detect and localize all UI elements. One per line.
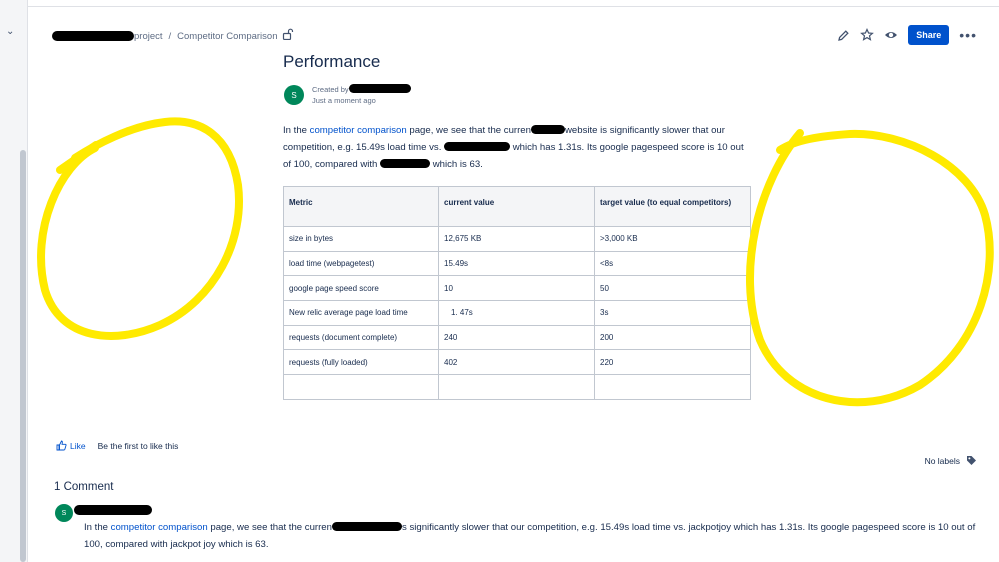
no-labels-text: No labels	[924, 455, 960, 466]
watch-eye-icon[interactable]	[884, 28, 898, 42]
share-button[interactable]: Share	[908, 25, 950, 45]
table-header-row: Metric current value target value (to eq…	[283, 186, 751, 227]
sidebar-scrollbar[interactable]	[20, 150, 26, 562]
redacted-author	[348, 84, 411, 93]
table-row	[283, 374, 751, 400]
more-actions-icon[interactable]: •••	[959, 28, 977, 42]
redacted-space-name	[52, 31, 134, 41]
table-cell: <8s	[594, 250, 751, 277]
table-cell: 200	[594, 324, 751, 351]
comments-title: 1 Comment	[54, 481, 114, 493]
left-highlight-circle	[37, 117, 243, 340]
table-cell: load time (webpagetest)	[283, 250, 439, 277]
table-cell: size in bytes	[283, 226, 439, 252]
created-timestamp: Just a moment ago	[312, 96, 376, 105]
tag-icon[interactable]	[966, 455, 977, 466]
unlock-icon[interactable]	[282, 28, 294, 40]
table-cell: >3,000 KB	[594, 226, 751, 252]
table-row: requests (fully loaded) 402 220	[283, 349, 751, 376]
table-cell: requests (document complete)	[283, 324, 439, 351]
author-avatar[interactable]: S	[284, 85, 304, 105]
chevron-down-icon[interactable]: ⌄	[6, 26, 14, 37]
edit-icon[interactable]	[836, 28, 850, 42]
breadcrumb-space[interactable]: project	[134, 31, 163, 42]
right-highlight-circle	[746, 129, 994, 407]
thumbs-up-icon	[56, 440, 67, 451]
table-cell: 50	[594, 275, 751, 302]
table-cell: 15.49s	[438, 250, 595, 277]
redacted-text	[331, 522, 402, 531]
labels-area: No labels	[925, 455, 977, 466]
breadcrumb-page[interactable]: Competitor Comparison	[177, 31, 277, 42]
table-row: google page speed score 10 50	[283, 275, 751, 302]
table-cell	[594, 374, 751, 400]
breadcrumb-separator: /	[168, 30, 172, 42]
like-button[interactable]: Like	[56, 440, 86, 451]
table-row: size in bytes 12,675 KB >3,000 KB	[283, 226, 751, 252]
page-actions: Share •••	[836, 25, 977, 45]
table-row: requests (document complete) 240 200	[283, 324, 751, 351]
like-label: Like	[70, 440, 86, 451]
table-cell	[438, 374, 595, 400]
table-cell: 220	[594, 349, 751, 376]
column-header-metric: Metric	[283, 186, 439, 227]
redacted-text	[530, 125, 565, 134]
table-cell: 10	[438, 275, 595, 302]
table-cell: 12,675 KB	[438, 226, 595, 252]
created-by-label: Created by	[312, 85, 349, 94]
table-row: load time (webpagetest) 15.49s <8s	[283, 250, 751, 277]
star-icon[interactable]	[860, 28, 875, 42]
table-cell: 402	[438, 349, 595, 376]
comment-avatar[interactable]: S	[55, 504, 73, 522]
column-header-target: target value (to equal competitors)	[594, 186, 751, 227]
competitor-comparison-link[interactable]: competitor comparison	[310, 125, 407, 136]
redacted-text	[380, 158, 431, 168]
metrics-table: Metric current value target value (to eq…	[283, 186, 751, 400]
page-body-paragraph: In the competitor comparison page, we se…	[283, 125, 744, 170]
redacted-text	[444, 141, 511, 151]
table-cell: google page speed score	[283, 275, 439, 302]
table-cell: 3s	[594, 300, 751, 326]
column-header-current: current value	[438, 186, 595, 227]
left-sidebar: ⌄	[0, 0, 28, 562]
page-title: Performance	[283, 52, 381, 71]
table-cell: 1. 47s	[438, 300, 595, 326]
table-cell: requests (fully loaded)	[283, 349, 439, 376]
breadcrumb: project / Competitor Comparison	[52, 29, 277, 43]
comment-competitor-comparison-link[interactable]: competitor comparison	[111, 522, 208, 533]
redacted-comment-author	[74, 505, 152, 515]
table-cell: New relic average page load time	[283, 300, 439, 326]
table-cell	[283, 374, 439, 400]
like-hint: Be the first to like this	[97, 440, 179, 451]
left-highlight-tail	[56, 141, 100, 174]
like-row: Like Be the first to like this	[56, 440, 178, 451]
header-divider	[28, 6, 999, 7]
page-byline: S Created by Just a moment ago	[284, 84, 411, 106]
comment-body: In the competitor comparison page, we se…	[84, 522, 976, 550]
table-cell: 240	[438, 324, 595, 351]
table-row: New relic average page load time 1. 47s …	[283, 300, 751, 326]
